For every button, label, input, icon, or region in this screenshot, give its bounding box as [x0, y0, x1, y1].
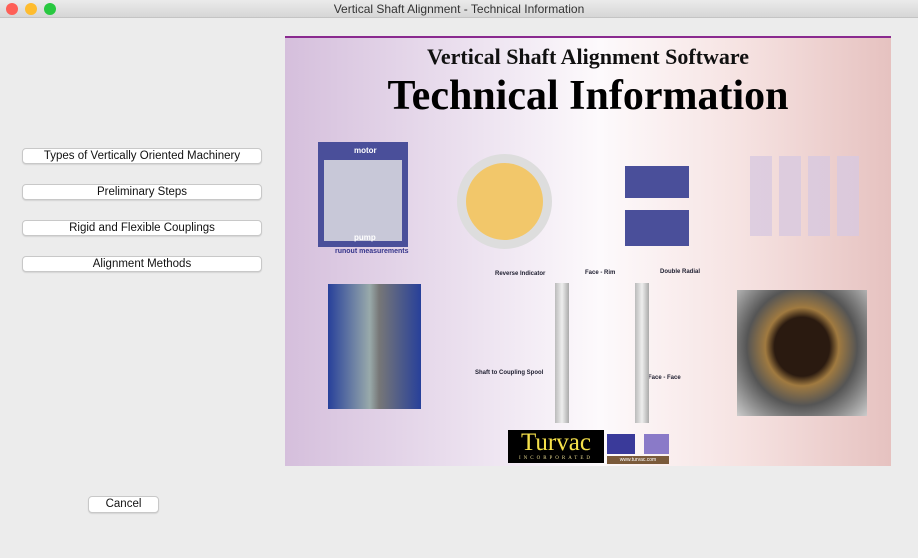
alignment-methods-button[interactable]: Alignment Methods [22, 256, 262, 272]
banner-title: Technical Information [387, 73, 789, 119]
turvac-url: www.turvac.com [607, 456, 669, 464]
pump-stages-diagram [750, 156, 865, 236]
photo-shaft-coupling [328, 284, 421, 409]
motor-pump-measure-diagram [625, 166, 689, 246]
alignment-methods-diagram [470, 268, 710, 423]
types-machinery-button[interactable]: Types of Vertically Oriented Machinery [22, 148, 262, 164]
minimize-icon[interactable] [25, 3, 37, 15]
turvac-logo: Turvac INCORPORATED [508, 430, 604, 463]
flange-diagram [457, 154, 552, 249]
preliminary-steps-button[interactable]: Preliminary Steps [22, 184, 262, 200]
motor-pump-diagram: motor pump [318, 142, 408, 247]
banner-subtitle: Vertical Shaft Alignment Software [426, 44, 750, 69]
photo-coupling-sleeve [737, 290, 867, 416]
zoom-icon[interactable] [44, 3, 56, 15]
cancel-button[interactable]: Cancel [88, 496, 159, 513]
face-face-shaft [635, 283, 649, 423]
close-icon[interactable] [6, 3, 18, 15]
window-title: Vertical Shaft Alignment - Technical Inf… [333, 2, 585, 16]
motor-pump-icon [607, 434, 669, 454]
spool-shaft [555, 283, 569, 423]
technical-info-banner: Vertical Shaft Alignment Software Techni… [285, 36, 891, 466]
couplings-button[interactable]: Rigid and Flexible Couplings [22, 220, 262, 236]
title-bar: Vertical Shaft Alignment - Technical Inf… [0, 0, 918, 18]
